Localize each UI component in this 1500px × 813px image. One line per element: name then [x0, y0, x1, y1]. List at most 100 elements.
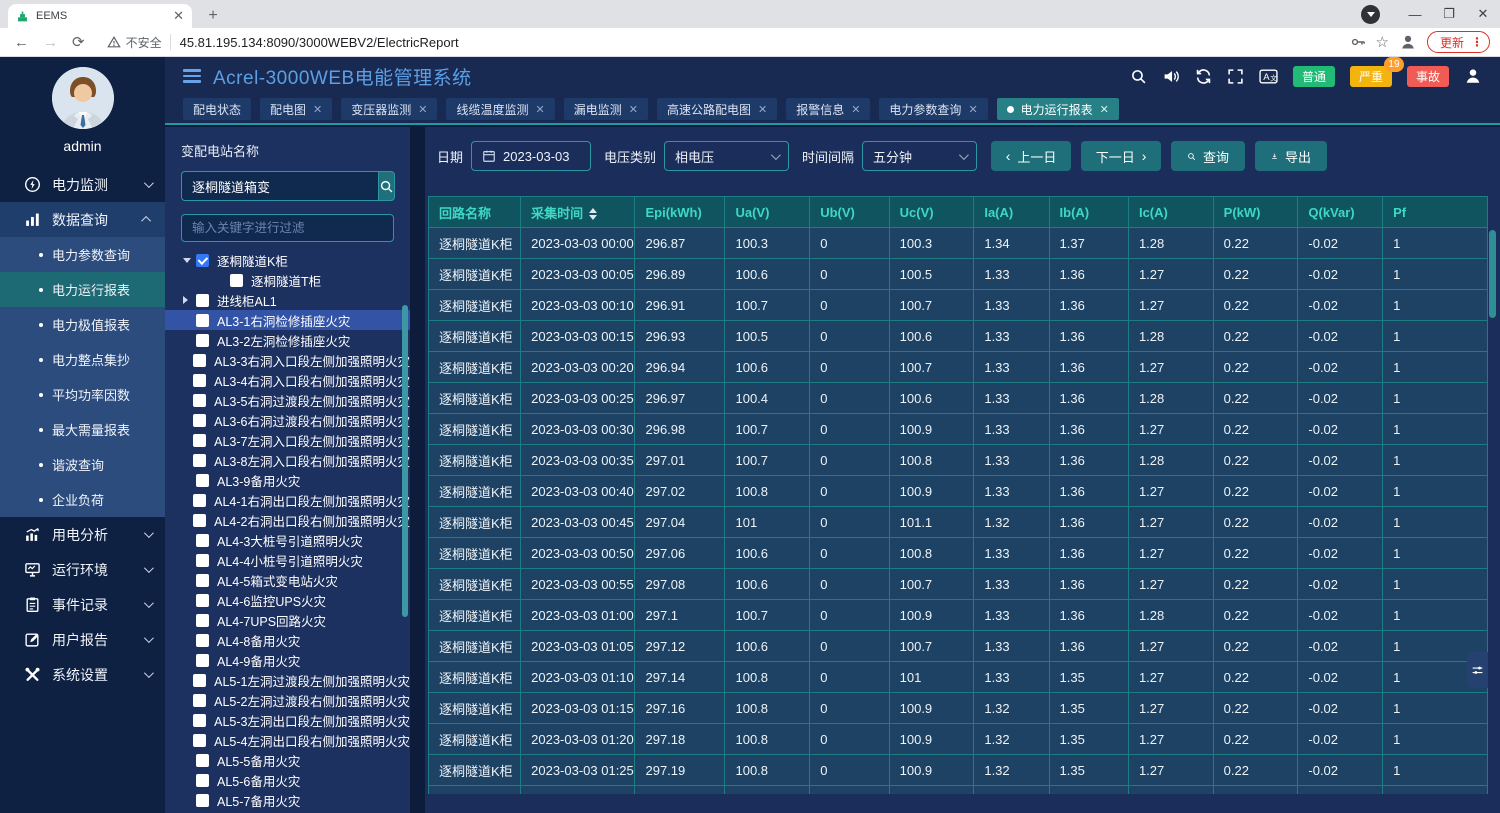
tree-checkbox[interactable]: [196, 334, 209, 347]
tab-close-icon[interactable]: ✕: [173, 8, 184, 24]
tree-node[interactable]: AL5-6备用火灾: [165, 770, 410, 790]
user-avatar[interactable]: [52, 67, 114, 129]
tree-checkbox[interactable]: [196, 534, 209, 547]
tree-node[interactable]: AL4-4小桩号引道照明火灾: [165, 550, 410, 570]
tree-checkbox[interactable]: [196, 254, 209, 267]
tree-checkbox[interactable]: [193, 674, 206, 687]
speaker-icon[interactable]: [1162, 68, 1180, 85]
tree-node[interactable]: AL5-1左洞过渡段左侧加强照明火灾: [165, 670, 410, 690]
refresh-sync-icon[interactable]: [1195, 68, 1212, 85]
tree-node[interactable]: AL5-3左洞出口段左侧加强照明火灾: [165, 710, 410, 730]
tree-node[interactable]: AL3-6右洞过渡段右侧加强照明火灾: [165, 410, 410, 430]
page-tab-item[interactable]: 高速公路配电图✕: [657, 98, 777, 120]
sidebar-subitem-电力整点集抄[interactable]: 电力整点集抄: [0, 342, 165, 377]
close-icon[interactable]: ✕: [313, 103, 322, 116]
tree-node[interactable]: 进线柜AL1: [165, 290, 410, 310]
user-icon[interactable]: [1464, 67, 1482, 85]
column-header-Ia(A)[interactable]: Ia(A): [974, 197, 1049, 228]
tree-node[interactable]: AL5-4左洞出口段右侧加强照明火灾: [165, 730, 410, 750]
tree-node[interactable]: AL4-2右洞出口段右侧加强照明火灾: [165, 510, 410, 530]
tree-node[interactable]: AL4-9备用火灾: [165, 650, 410, 670]
expander-down-icon[interactable]: [183, 258, 196, 263]
close-icon[interactable]: ✕: [1100, 103, 1109, 116]
prev-day-button[interactable]: ‹ 上一日: [991, 141, 1071, 171]
column-header-Q(kVar)[interactable]: Q(kVar): [1298, 197, 1383, 228]
url-text[interactable]: 45.81.195.134:8090/3000WEBV2/ElectricRep…: [180, 35, 459, 50]
sort-icon[interactable]: [589, 208, 597, 220]
page-tab-item[interactable]: 漏电监测✕: [564, 98, 648, 120]
page-tab-item[interactable]: 线缆温度监测✕: [446, 98, 554, 120]
column-header-Ua(V)[interactable]: Ua(V): [725, 197, 810, 228]
page-tab-item[interactable]: 变压器监测✕: [341, 98, 437, 120]
close-icon[interactable]: ✕: [851, 103, 860, 116]
tree-scrollbar[interactable]: [402, 305, 408, 617]
window-maximize-button[interactable]: ❐: [1432, 0, 1466, 28]
tree-checkbox[interactable]: [196, 314, 209, 327]
tree-checkbox[interactable]: [193, 694, 206, 707]
kebab-menu-icon[interactable]: ⋮: [1471, 35, 1483, 49]
alarm-badge-severe[interactable]: 严重19: [1350, 66, 1392, 87]
tree-node[interactable]: 逐桐隧道K柜: [165, 250, 410, 270]
tree-checkbox[interactable]: [193, 734, 206, 747]
sidebar-subitem-电力运行报表[interactable]: 电力运行报表: [0, 272, 165, 307]
sidebar-subitem-最大需量报表[interactable]: 最大需量报表: [0, 412, 165, 447]
tree-checkbox[interactable]: [193, 394, 206, 407]
close-icon[interactable]: ✕: [629, 103, 638, 116]
tree-node[interactable]: AL4-5箱式变电站火灾: [165, 570, 410, 590]
tree-checkbox[interactable]: [196, 294, 209, 307]
tree-node[interactable]: AL4-8备用火灾: [165, 630, 410, 650]
alarm-badge-normal[interactable]: 普通: [1293, 66, 1335, 87]
tree-checkbox[interactable]: [196, 774, 209, 787]
tree-checkbox[interactable]: [193, 434, 206, 447]
expander-right-icon[interactable]: [183, 296, 196, 304]
tree-checkbox[interactable]: [193, 414, 206, 427]
tree-checkbox[interactable]: [196, 614, 209, 627]
new-tab-button[interactable]: +: [202, 5, 224, 27]
tree-node[interactable]: AL3-2左洞检修插座火灾: [165, 330, 410, 350]
tree-checkbox[interactable]: [196, 634, 209, 647]
hamburger-menu-icon[interactable]: [183, 69, 201, 83]
date-picker[interactable]: 2023-03-03: [471, 141, 591, 171]
voltage-type-select[interactable]: 相电压: [664, 141, 789, 171]
sidebar-item-运行环境[interactable]: 运行环境: [0, 552, 165, 587]
forward-icon[interactable]: →: [43, 34, 58, 51]
tree-node[interactable]: AL3-8左洞入口段右侧加强照明火灾: [165, 450, 410, 470]
close-icon[interactable]: ✕: [418, 103, 427, 116]
page-tab-item[interactable]: 报警信息✕: [786, 98, 870, 120]
column-header-Uc(V)[interactable]: Uc(V): [889, 197, 974, 228]
sidebar-item-事件记录[interactable]: 事件记录: [0, 587, 165, 622]
station-search-button[interactable]: [378, 171, 395, 201]
tree-node[interactable]: AL4-6监控UPS火灾: [165, 590, 410, 610]
sidebar-item-电力监测[interactable]: 电力监测: [0, 167, 165, 202]
tree-checkbox[interactable]: [230, 274, 243, 287]
sidebar-subitem-企业负荷[interactable]: 企业负荷: [0, 482, 165, 517]
window-close-button[interactable]: ✕: [1466, 0, 1500, 28]
fullscreen-icon[interactable]: [1227, 68, 1244, 85]
browser-tab[interactable]: EEMS ✕: [8, 4, 192, 28]
close-icon[interactable]: ✕: [968, 103, 977, 116]
sidebar-subitem-谐波查询[interactable]: 谐波查询: [0, 447, 165, 482]
page-tab-item[interactable]: 配电状态: [183, 98, 251, 120]
sidebar-item-系统设置[interactable]: 系统设置: [0, 657, 165, 692]
tree-checkbox[interactable]: [193, 374, 206, 387]
column-header-Ub(V)[interactable]: Ub(V): [810, 197, 889, 228]
tree-node[interactable]: AL3-3右洞入口段左侧加强照明火灾: [165, 350, 410, 370]
page-tab-item[interactable]: 配电图✕: [260, 98, 332, 120]
tree-checkbox[interactable]: [193, 714, 206, 727]
tree-checkbox[interactable]: [196, 574, 209, 587]
profile-avatar-icon[interactable]: [1399, 33, 1417, 51]
tree-checkbox[interactable]: [193, 494, 206, 507]
column-header-采集时间[interactable]: 采集时间: [521, 197, 635, 228]
sidebar-item-数据查询[interactable]: 数据查询: [0, 202, 165, 237]
sidebar-item-用电分析[interactable]: 用电分析: [0, 517, 165, 552]
tree-node[interactable]: AL4-1右洞出口段左侧加强照明火灾: [165, 490, 410, 510]
tree-checkbox[interactable]: [196, 474, 209, 487]
tree-checkbox[interactable]: [196, 794, 209, 807]
column-header-回路名称[interactable]: 回路名称: [429, 197, 521, 228]
column-header-P(kW)[interactable]: P(kW): [1213, 197, 1298, 228]
column-header-Epi(kWh)[interactable]: Epi(kWh): [635, 197, 725, 228]
station-search-input[interactable]: [181, 171, 378, 201]
tree-checkbox[interactable]: [193, 514, 206, 527]
sidebar-subitem-平均功率因数[interactable]: 平均功率因数: [0, 377, 165, 412]
tree-node[interactable]: AL5-5备用火灾: [165, 750, 410, 770]
